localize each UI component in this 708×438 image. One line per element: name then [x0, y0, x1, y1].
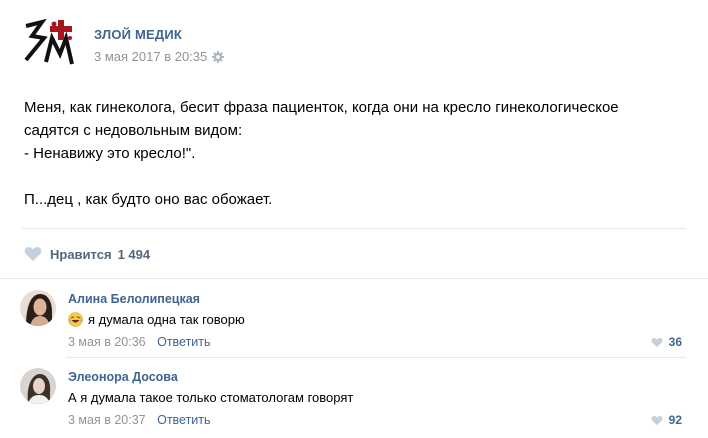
- comment-text-value: я думала одна так говорю: [88, 312, 245, 327]
- comment: Алина Белолипецкая я думала одна так гов…: [20, 290, 690, 360]
- comment-date[interactable]: 3 мая в 20:37: [68, 413, 146, 427]
- post-text-line: Меня, как гинеколога, бесит фраза пациен…: [24, 99, 619, 116]
- avatar[interactable]: [20, 290, 56, 326]
- like-count: 1 494: [117, 246, 151, 262]
- post-meta: 3 мая 2017 в 20:35: [94, 49, 225, 64]
- divider: [0, 278, 708, 279]
- wall-post: ЗЛОЙ МЕДИК 3 мая 2017 в 20:35 Меня, как …: [0, 0, 708, 432]
- comment-author[interactable]: Элеонора Досова: [68, 370, 178, 384]
- community-logo[interactable]: [22, 16, 78, 72]
- divider: [22, 228, 686, 229]
- comment-like-button[interactable]: 36: [651, 335, 682, 349]
- laughing-emoji-icon: [68, 312, 83, 327]
- divider: [66, 357, 686, 358]
- comment-meta: 3 мая в 20:37 Ответить: [68, 413, 211, 427]
- post-text-line: садятся с недовольным видом:: [24, 122, 243, 139]
- comment-text-value: А я думала такое только стоматологам гов…: [68, 390, 354, 405]
- comment-author[interactable]: Алина Белолипецкая: [68, 292, 200, 306]
- post-author[interactable]: ЗЛОЙ МЕДИК: [94, 27, 182, 42]
- gear-icon[interactable]: [212, 50, 225, 63]
- post-text: Меня, как гинеколога, бесит фраза пациен…: [24, 96, 694, 211]
- comment-date[interactable]: 3 мая в 20:36: [68, 335, 146, 349]
- comment-text: А я думала такое только стоматологам гов…: [68, 390, 353, 405]
- heart-icon: [24, 247, 42, 261]
- reply-button[interactable]: Ответить: [157, 335, 210, 349]
- avatar[interactable]: [20, 368, 56, 404]
- reply-button[interactable]: Ответить: [157, 413, 210, 427]
- heart-icon: [651, 337, 663, 347]
- like-button[interactable]: Нравится 1 494: [24, 246, 150, 262]
- post-text-line: П...дец , как будто оно вас обожает.: [24, 191, 273, 208]
- comment: Элеонора Досова А я думала такое только …: [20, 368, 690, 438]
- comment-like-count: 36: [668, 335, 682, 349]
- comment-meta: 3 мая в 20:36 Ответить: [68, 335, 211, 349]
- comment-like-count: 92: [668, 413, 682, 427]
- comment-like-button[interactable]: 92: [651, 413, 682, 427]
- heart-icon: [651, 415, 663, 425]
- post-date[interactable]: 3 мая 2017 в 20:35: [94, 49, 207, 64]
- post-text-line: - Ненавижу это кресло!".: [24, 145, 196, 162]
- comment-text: я думала одна так говорю: [68, 312, 245, 327]
- like-label: Нравится: [50, 246, 112, 262]
